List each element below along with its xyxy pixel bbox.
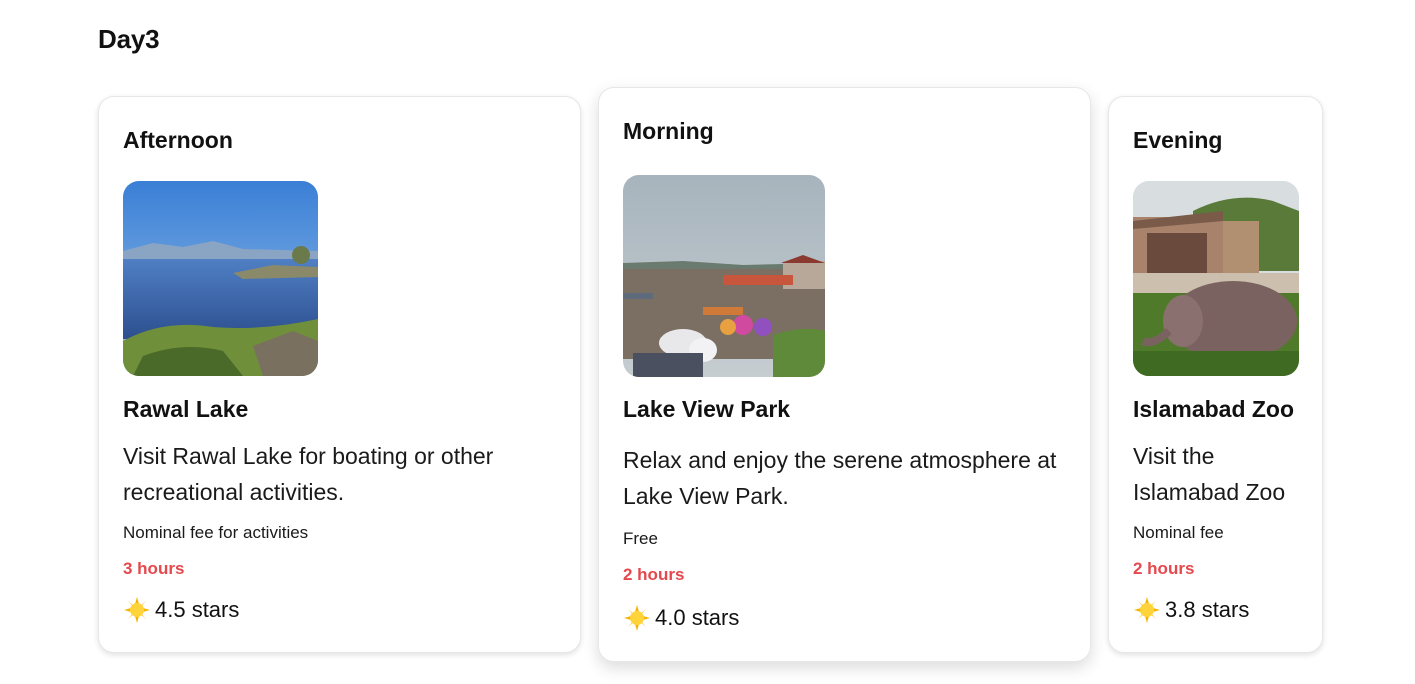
card-cost: Free <box>623 529 658 548</box>
activity-card-rawal-lake[interactable]: Afternoon Rawal Lake Visit Rawal Lake fo… <box>98 96 581 653</box>
card-time-slot: Morning <box>623 118 714 144</box>
lake-photo <box>123 181 318 376</box>
card-description: Visit Rawal Lake for boating or other re… <box>123 443 494 505</box>
day-title: Day3 <box>98 24 160 54</box>
sun-icon <box>1134 597 1160 623</box>
sun-icon <box>124 597 150 623</box>
card-duration: 2 hours <box>623 565 685 584</box>
card-cost: Nominal fee <box>1133 523 1224 542</box>
card-rating-text: 4.5 stars <box>155 597 240 622</box>
card-time-slot: Evening <box>1133 127 1223 153</box>
card-rating: 4.0 stars <box>623 604 739 632</box>
card-description: Relax and enjoy the serene atmosphere at… <box>623 447 1057 509</box>
card-rating-text: 3.8 stars <box>1165 597 1250 622</box>
lakeside-park-photo <box>623 175 825 377</box>
card-place-name: Lake View Park <box>623 396 791 422</box>
card-rating-text: 4.0 stars <box>655 605 740 630</box>
card-rating: 4.5 stars <box>123 596 239 624</box>
card-place-name: Rawal Lake <box>123 396 249 422</box>
card-description: Visit the Islamabad Zoo <box>1133 443 1286 505</box>
card-time-slot: Afternoon <box>123 127 233 153</box>
activity-card-lake-view-park[interactable]: Morning Lake View Park Relax and enjoy t… <box>598 87 1091 662</box>
card-duration: 3 hours <box>123 559 185 578</box>
activity-card-islamabad-zoo[interactable]: Evening Islamabad Zoo Visit the Islamaba… <box>1108 96 1323 653</box>
itinerary-day-section: Day3 Afternoon Rawal Lake Visit Rawal La… <box>0 0 1415 684</box>
card-duration: 2 hours <box>1133 559 1195 578</box>
sun-icon <box>624 605 650 631</box>
card-cost: Nominal fee for activities <box>123 523 309 542</box>
card-rating: 3.8 stars <box>1133 596 1249 624</box>
zoo-elephant-photo <box>1133 181 1299 376</box>
card-place-name: Islamabad Zoo <box>1133 396 1295 422</box>
